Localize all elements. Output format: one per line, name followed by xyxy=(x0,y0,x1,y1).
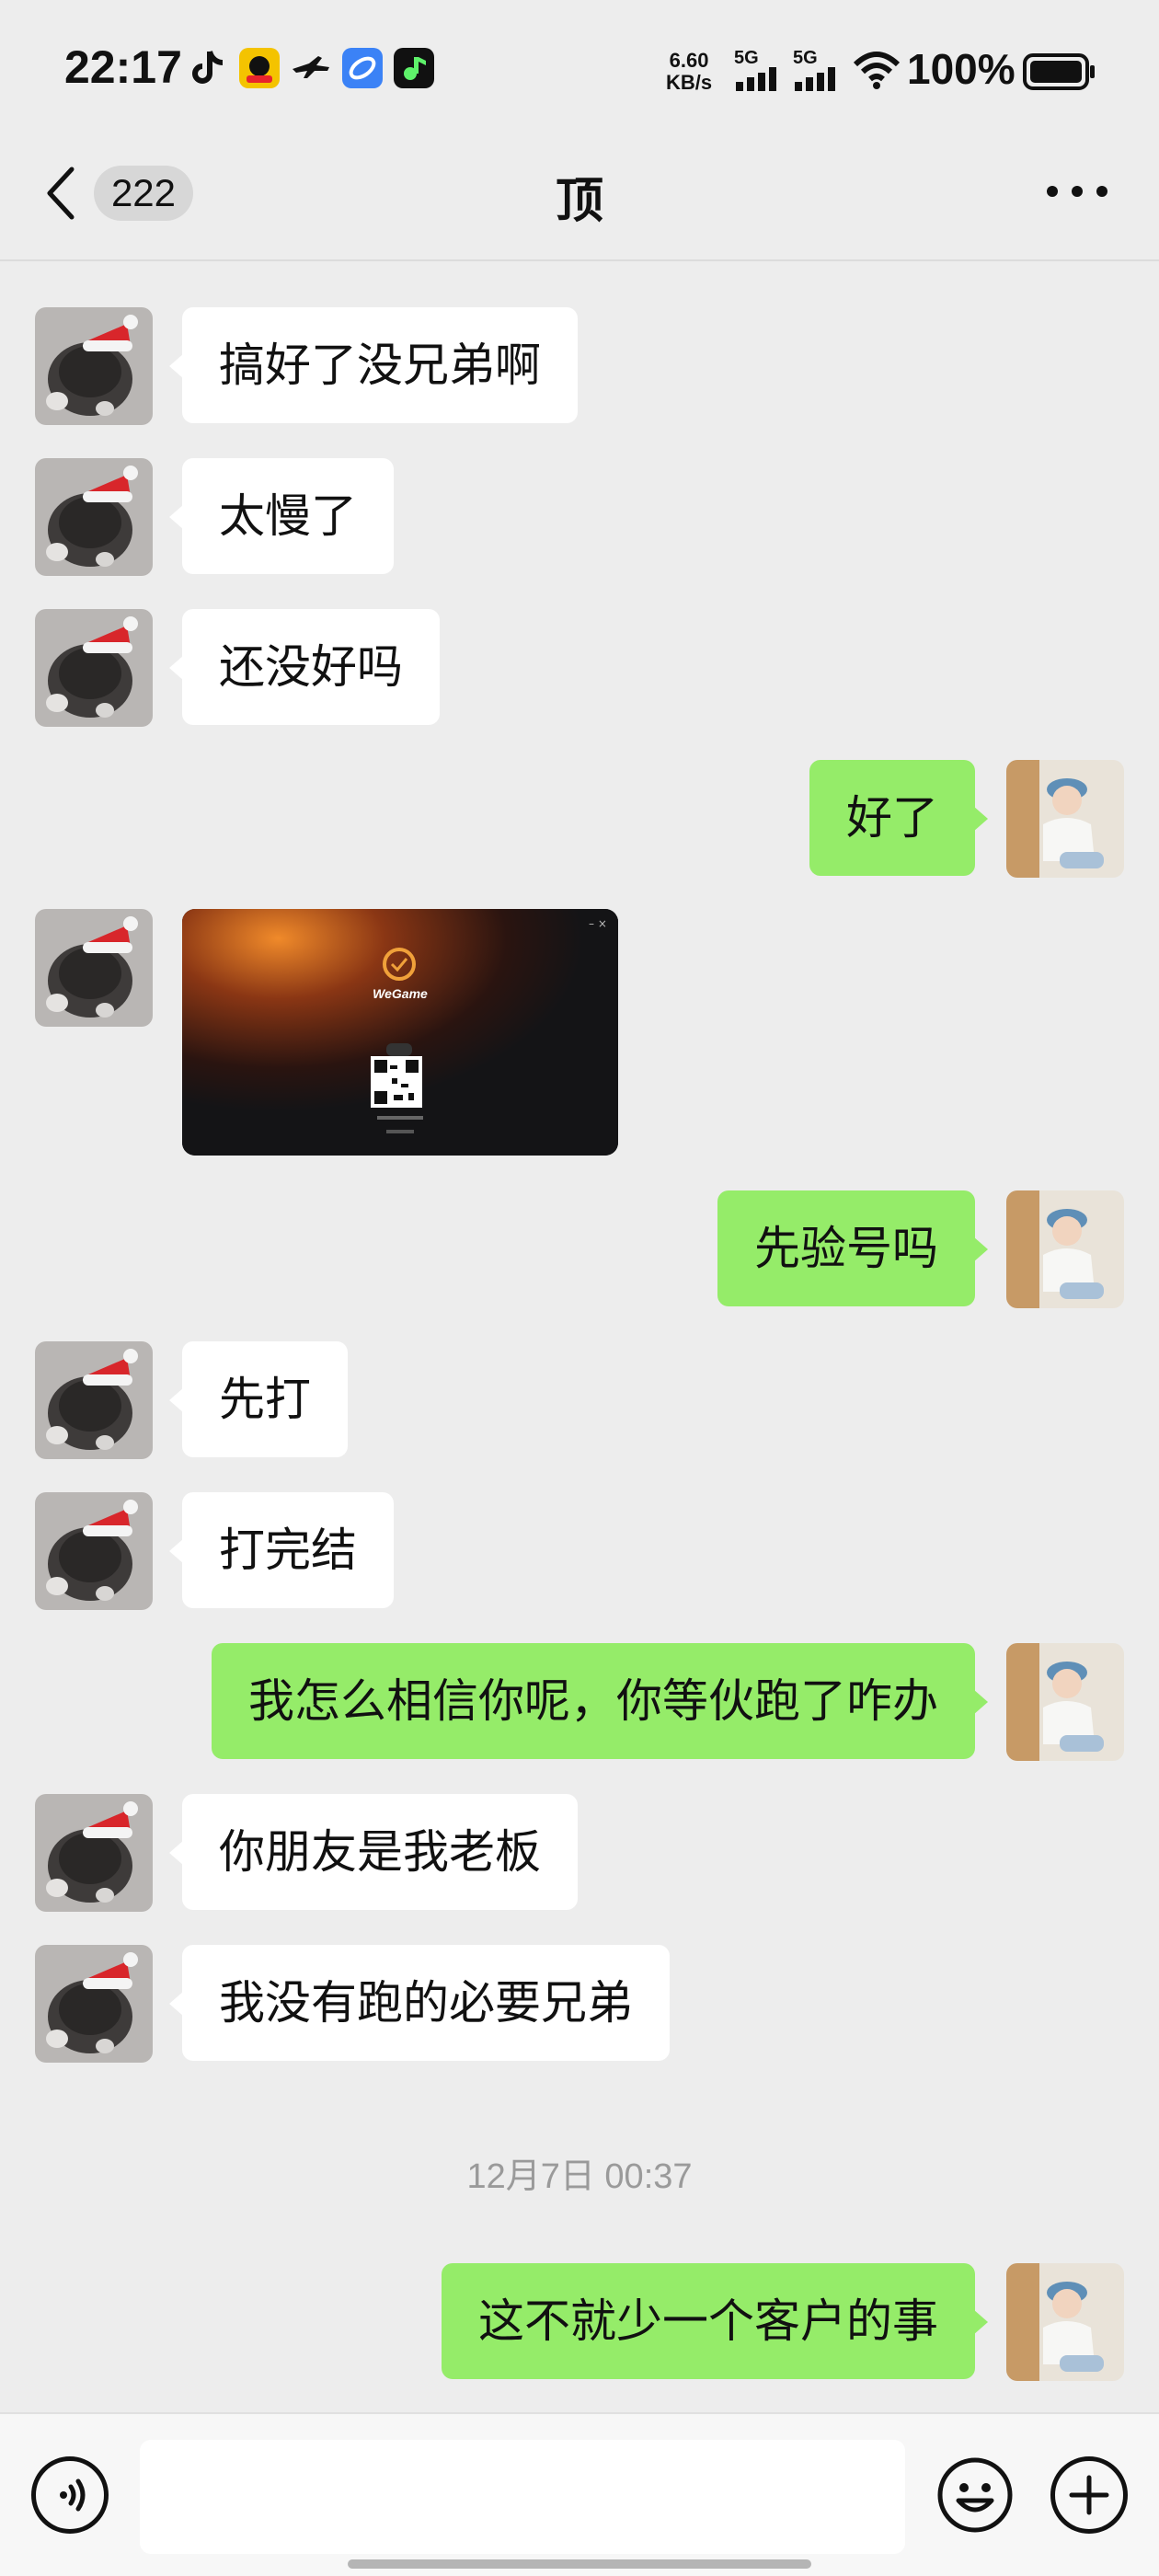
wegame-login-screenshot: – × xyxy=(182,909,618,1156)
chat-screen: 22:17 6.60 KB/s 5G 5G 100% 222 顶 搞好了没兄弟啊… xyxy=(0,0,1159,2576)
cat-with-santa-hat-image xyxy=(35,909,153,1027)
user-photo-image xyxy=(1006,1643,1124,1761)
contact-avatar[interactable] xyxy=(35,307,153,425)
more-dot-icon xyxy=(1047,186,1058,197)
emoji-icon xyxy=(937,2457,1013,2533)
wifi-icon xyxy=(853,52,901,89)
cat-with-santa-hat-image xyxy=(35,609,153,727)
wegame-logo-text: WeGame xyxy=(373,986,428,1001)
chat-header: 222 顶 xyxy=(0,138,1159,261)
incoming-message-bubble[interactable]: 打完结 xyxy=(169,1492,394,1608)
tiktok-icon xyxy=(188,48,228,88)
contact-avatar[interactable] xyxy=(35,458,153,576)
my-avatar[interactable] xyxy=(1006,1643,1124,1761)
game-app-icon xyxy=(239,48,280,88)
outgoing-message-bubble[interactable]: 这不就少一个客户的事 xyxy=(442,2263,988,2379)
sim2-label: 5G xyxy=(793,48,818,68)
contact-avatar[interactable] xyxy=(35,1341,153,1459)
music-app-icon xyxy=(394,48,434,88)
browser-app-icon xyxy=(342,48,383,88)
message-input[interactable] xyxy=(140,2440,905,2554)
home-indicator[interactable] xyxy=(348,2559,811,2569)
incoming-message-bubble[interactable]: 先打 xyxy=(169,1341,348,1457)
signal-2-icon: 5G xyxy=(793,48,841,95)
my-avatar[interactable] xyxy=(1006,760,1124,878)
image-message[interactable]: – × WeGame xyxy=(182,909,618,1156)
outgoing-message-bubble[interactable]: 好了 xyxy=(809,760,988,876)
cat-with-santa-hat-image xyxy=(35,1794,153,1912)
my-avatar[interactable] xyxy=(1006,2263,1124,2381)
svg-text:– ×: – × xyxy=(589,917,607,930)
contact-avatar[interactable] xyxy=(35,1492,153,1610)
incoming-message-bubble[interactable]: 还没好吗 xyxy=(169,609,440,725)
cat-with-santa-hat-image xyxy=(35,458,153,576)
chat-title: 顶 xyxy=(555,174,603,229)
contact-avatar[interactable] xyxy=(35,1794,153,1912)
user-photo-image xyxy=(1006,2263,1124,2381)
user-photo-image xyxy=(1006,1190,1124,1308)
more-options-button[interactable] xyxy=(1047,186,1107,201)
net-speed-unit: KB/s xyxy=(666,71,713,94)
more-dot-icon xyxy=(1072,186,1083,197)
more-dot-icon xyxy=(1096,186,1107,197)
voice-icon xyxy=(60,2478,86,2512)
more-functions-button[interactable] xyxy=(1050,2456,1128,2534)
outgoing-message-bubble[interactable]: 我怎么相信你呢，你等伙跑了咋办 xyxy=(212,1643,988,1759)
incoming-message-bubble[interactable]: 我没有跑的必要兄弟 xyxy=(169,1945,670,2061)
outgoing-message-bubble[interactable]: 先验号吗 xyxy=(717,1190,988,1306)
incoming-message-bubble[interactable]: 你朋友是我老板 xyxy=(169,1794,578,1910)
incoming-message-bubble[interactable]: 搞好了没兄弟啊 xyxy=(169,307,578,423)
my-avatar[interactable] xyxy=(1006,1190,1124,1308)
net-speed-value: 6.60 xyxy=(669,49,709,72)
sim1-label: 5G xyxy=(734,48,759,68)
voice-input-button[interactable] xyxy=(31,2456,109,2534)
incoming-message-bubble[interactable]: 太慢了 xyxy=(169,458,394,574)
contact-avatar[interactable] xyxy=(35,909,153,1027)
contact-avatar[interactable] xyxy=(35,609,153,727)
cat-with-santa-hat-image xyxy=(35,1341,153,1459)
message-timestamp: 12月7日 00:37 xyxy=(466,2157,693,2196)
cat-with-santa-hat-image xyxy=(35,1945,153,2063)
contact-avatar[interactable] xyxy=(35,1945,153,2063)
signal-1-icon: 5G xyxy=(734,48,782,95)
emoji-button[interactable] xyxy=(936,2456,1014,2534)
user-photo-image xyxy=(1006,760,1124,878)
notification-icons xyxy=(188,48,434,88)
battery-icon xyxy=(1023,53,1095,90)
status-bar: 22:17 6.60 KB/s 5G 5G 100% xyxy=(0,0,1159,138)
cat-with-santa-hat-image xyxy=(35,1492,153,1610)
network-speed: 6.60 KB/s xyxy=(666,50,712,94)
airplane-app-icon xyxy=(291,48,331,88)
battery-percent: 100% xyxy=(907,45,1016,93)
status-time: 22:17 xyxy=(64,41,182,93)
plus-icon xyxy=(1069,2475,1109,2515)
input-bar xyxy=(0,2412,1159,2576)
cat-with-santa-hat-image xyxy=(35,307,153,425)
